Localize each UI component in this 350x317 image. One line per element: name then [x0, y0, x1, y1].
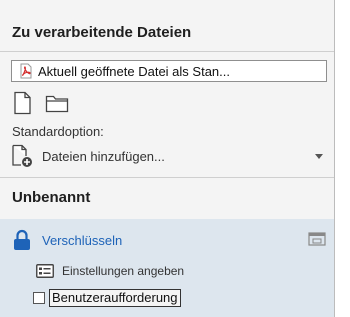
blank-file-icon — [14, 91, 31, 115]
user-prompt-label: Benutzeraufforderung — [49, 289, 181, 307]
action-section-title: Unbenannt — [12, 189, 91, 206]
chevron-down-icon — [312, 151, 326, 161]
lock-icon — [14, 229, 30, 250]
action-options-icon[interactable] — [308, 231, 326, 247]
window-edge — [335, 0, 350, 317]
add-files-icon — [12, 144, 32, 167]
default-option-label: Standardoption: — [12, 124, 104, 139]
action-name[interactable]: Verschlüsseln — [42, 233, 122, 248]
dropdown-value: Dateien hinzufügen... — [42, 148, 165, 164]
files-section-title: Zu verarbeitende Dateien — [12, 24, 192, 41]
current-file-field[interactable]: Aktuell geöffnete Datei als Stan... — [11, 60, 327, 82]
current-file-text: Aktuell geöffnete Datei als Stan... — [38, 63, 230, 79]
default-option-dropdown[interactable]: Dateien hinzufügen... — [10, 143, 328, 169]
user-prompt-row[interactable]: Benutzeraufforderung — [33, 289, 181, 307]
pdf-file-icon — [18, 63, 34, 79]
action-wizard-panel: Zu verarbeitende Dateien Aktuell geöffne… — [0, 0, 335, 317]
specify-settings-row[interactable]: Einstellungen angeben — [36, 264, 184, 278]
folder-icon — [45, 95, 69, 113]
user-prompt-checkbox[interactable] — [33, 292, 45, 304]
add-file-button[interactable] — [10, 91, 36, 115]
add-folder-button[interactable] — [44, 91, 70, 115]
section-divider — [0, 51, 334, 52]
specify-settings-label: Einstellungen angeben — [62, 264, 185, 278]
settings-list-icon — [36, 264, 54, 278]
section-divider — [0, 177, 334, 178]
